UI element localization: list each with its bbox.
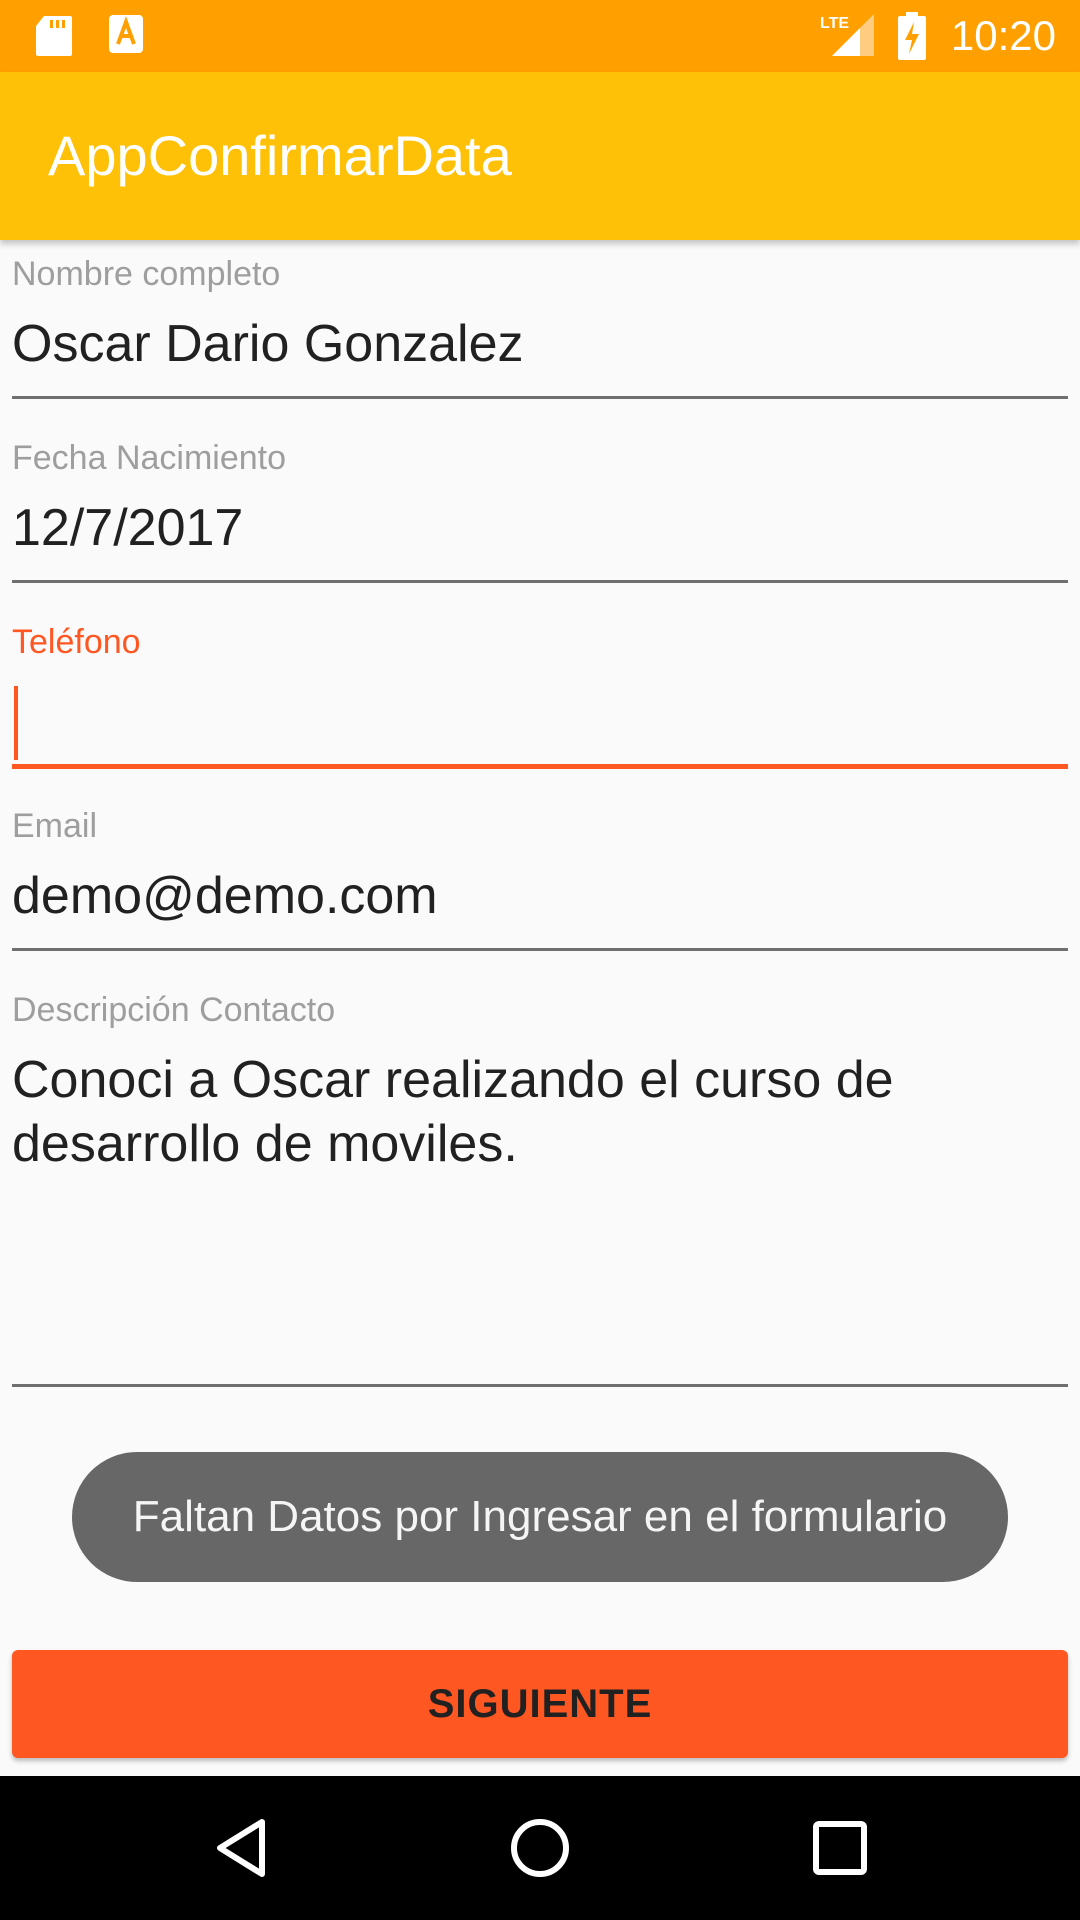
telefono-underline (12, 764, 1068, 769)
svg-text:LTE: LTE (820, 15, 849, 32)
email-field[interactable]: Email demo@demo.com (12, 804, 1068, 954)
email-label: Email (12, 807, 98, 845)
nombre-label: Nombre completo (12, 255, 281, 293)
telefono-field[interactable]: Teléfono (12, 620, 1068, 772)
descripcion-input-line-2[interactable]: desarrollo de moviles. (12, 1112, 518, 1176)
fecha-field[interactable]: Fecha Nacimiento 12/7/2017 (12, 436, 1068, 586)
fecha-underline (12, 580, 1068, 583)
telefono-input[interactable] (12, 680, 1068, 754)
status-bar: LTE 10:20 (0, 0, 1080, 72)
descripcion-field[interactable]: Descripción Contacto Conoci a Oscar real… (12, 988, 1068, 1388)
app-bar: AppConfirmarData (0, 72, 1080, 240)
app-title: AppConfirmarData (48, 124, 512, 187)
nombre-underline (12, 396, 1068, 399)
descripcion-underline (12, 1384, 1068, 1387)
fecha-label: Fecha Nacimiento (12, 439, 287, 477)
fecha-input[interactable]: 12/7/2017 (12, 496, 243, 560)
nombre-field[interactable]: Nombre completo Oscar Dario Gonzalez (12, 252, 1068, 402)
email-input[interactable]: demo@demo.com (12, 864, 438, 928)
nombre-input[interactable]: Oscar Dario Gonzalez (12, 312, 524, 376)
back-icon[interactable] (210, 1808, 274, 1888)
descripcion-input-line-1[interactable]: Conoci a Oscar realizando el curso de (12, 1048, 894, 1112)
siguiente-button[interactable]: SIGUIENTE (12, 1650, 1068, 1758)
email-underline (12, 948, 1068, 951)
clock: 10:20 (950, 12, 1056, 59)
battery-charging-icon (898, 12, 926, 60)
text-cursor (14, 686, 18, 760)
sd-card-icon (36, 16, 72, 56)
navigation-bar (0, 1776, 1080, 1920)
toast-message: Faltan Datos por Ingresar en el formular… (72, 1452, 1008, 1582)
recents-icon[interactable] (800, 1808, 880, 1888)
telefono-label: Teléfono (12, 623, 141, 661)
home-icon[interactable] (500, 1808, 580, 1888)
lte-signal-icon: LTE (820, 14, 874, 56)
descripcion-label: Descripción Contacto (12, 991, 336, 1029)
app-notification-icon (109, 15, 143, 53)
